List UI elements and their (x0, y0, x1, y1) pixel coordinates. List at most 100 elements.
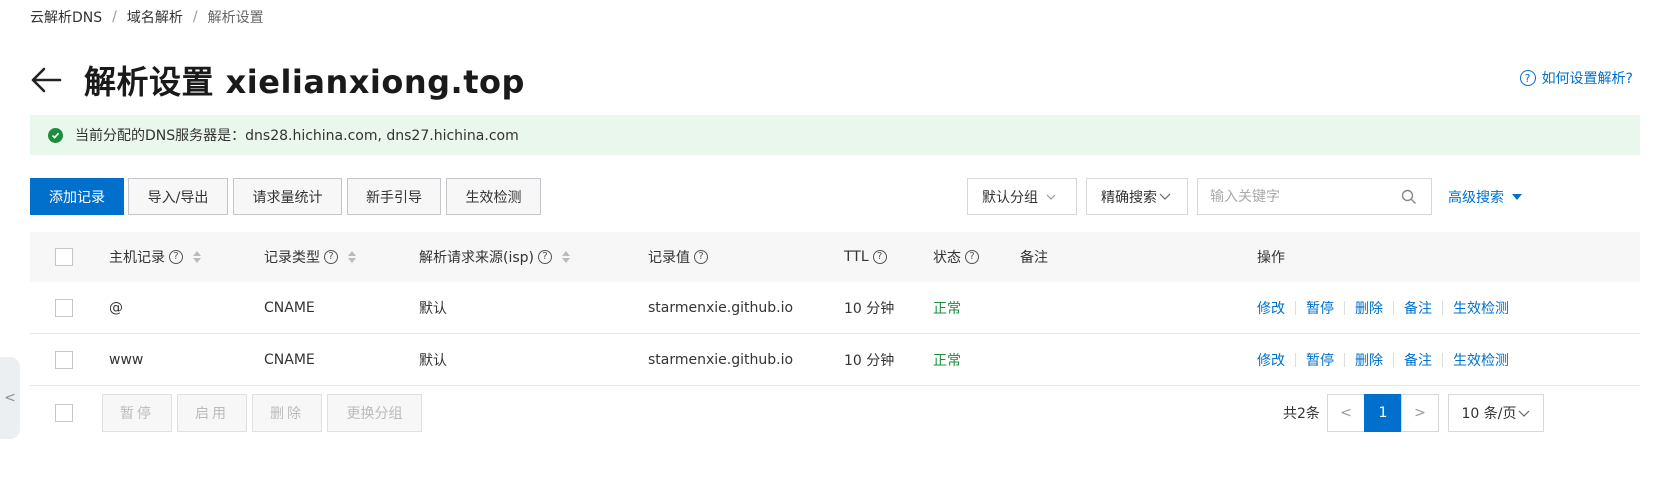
arrow-left-icon[interactable] (30, 60, 70, 100)
request-stats-button[interactable]: 请求量统计 (233, 178, 342, 215)
question-circle-icon[interactable]: ? (872, 250, 887, 264)
edit-link[interactable]: 修改 (1257, 350, 1285, 370)
cell-type: CNAME (264, 351, 315, 368)
select-all-checkbox[interactable] (55, 248, 73, 266)
add-record-button[interactable]: 添加记录 (30, 178, 124, 215)
batch-enable-button[interactable]: 启用 (177, 394, 247, 432)
import-export-button[interactable]: 导入/导出 (128, 178, 228, 215)
check-link[interactable]: 生效检测 (1453, 350, 1509, 370)
batch-pause-button[interactable]: 暂停 (102, 394, 172, 432)
guide-button[interactable]: 新手引导 (347, 178, 441, 215)
advanced-search-label: 高级搜索 (1448, 189, 1504, 206)
search-icon[interactable] (1394, 189, 1424, 205)
check-circle-icon (48, 127, 63, 143)
table-row: www CNAME 默认 starmenxie.github.io 10 分钟 … (30, 334, 1640, 386)
check-link[interactable]: 生效检测 (1453, 298, 1509, 318)
divider (1393, 352, 1394, 367)
row-checkbox[interactable] (55, 350, 73, 369)
batch-delete-button[interactable]: 删除 (252, 394, 322, 432)
group-select-value: 默认分组 (982, 189, 1038, 206)
help-link-label: 如何设置解析? (1541, 71, 1633, 87)
col-actions: 操作 (1257, 232, 1285, 282)
divider (1344, 352, 1345, 367)
page-title: 解析设置 xielianxiong.top (84, 63, 525, 101)
advanced-search-toggle[interactable]: 高级搜索 (1448, 178, 1522, 215)
col-type-label: 记录类型 (264, 250, 320, 266)
col-status-label: 状态 (933, 250, 961, 266)
question-circle-icon[interactable]: ? (694, 250, 708, 264)
sidebar-toggle[interactable]: < (0, 357, 20, 439)
cell-ttl: 10 分钟 (844, 352, 895, 369)
sort-icon[interactable] (562, 251, 570, 263)
col-type: 记录类型 ? (264, 232, 356, 282)
page-header: 解析设置 xielianxiong.top (30, 55, 525, 105)
row-select-cell (55, 334, 73, 385)
col-value: 记录值 ? (648, 232, 708, 282)
divider (1295, 300, 1296, 315)
page-1-button[interactable]: 1 (1364, 394, 1402, 432)
breadcrumb: 云解析DNS / 域名解析 / 解析设置 (30, 6, 264, 28)
cell-host: www (109, 351, 144, 368)
col-actions-label: 操作 (1257, 250, 1285, 266)
cell-status: 正常 (933, 300, 961, 317)
question-circle-icon[interactable]: ? (169, 250, 183, 264)
chevron-left-icon: < (4, 390, 16, 406)
divider (1442, 300, 1443, 315)
breadcrumb-item-current: 解析设置 (207, 10, 264, 26)
cell-value: starmenxie.github.io (648, 299, 794, 316)
footer-select-cell (55, 404, 73, 422)
col-status: 状态 ? (933, 232, 979, 282)
col-ttl: TTL ? (844, 232, 887, 282)
cell-host: @ (109, 299, 123, 316)
delete-link[interactable]: 删除 (1355, 350, 1383, 370)
col-host-label: 主机记录 (109, 250, 165, 266)
cell-isp: 默认 (419, 300, 447, 317)
table-header: 主机记录 ? 记录类型 ? 解析请求来源(isp) ? 记录值 ? TTL ? … (30, 232, 1640, 282)
breadcrumb-separator: / (112, 9, 117, 25)
col-host: 主机记录 ? (109, 232, 201, 282)
group-select[interactable]: 默认分组 (967, 178, 1077, 215)
prev-page-button[interactable]: < (1327, 394, 1365, 432)
question-circle-icon: ? (1519, 70, 1536, 86)
col-ttl-label: TTL (844, 249, 869, 265)
question-circle-icon[interactable]: ? (324, 250, 338, 264)
records-table: 主机记录 ? 记录类型 ? 解析请求来源(isp) ? 记录值 ? TTL ? … (30, 232, 1640, 386)
chevron-down-icon (1046, 190, 1056, 203)
question-circle-icon[interactable]: ? (965, 250, 979, 264)
divider (1295, 352, 1296, 367)
next-page-button[interactable]: > (1401, 394, 1439, 432)
row-actions: 修改 暂停 删除 备注 生效检测 (1257, 282, 1509, 333)
sort-icon[interactable] (348, 251, 356, 263)
change-group-button[interactable]: 更换分组 (327, 394, 422, 432)
alert-text: 当前分配的DNS服务器是：dns28.hichina.com, dns27.hi… (75, 128, 519, 144)
help-link[interactable]: ? 如何设置解析? (1519, 68, 1633, 88)
question-circle-icon[interactable]: ? (538, 250, 552, 264)
pause-link[interactable]: 暂停 (1306, 298, 1334, 318)
delete-link[interactable]: 删除 (1355, 298, 1383, 318)
page-size-select[interactable]: 10 条/页 (1448, 394, 1544, 432)
remark-link[interactable]: 备注 (1404, 350, 1432, 370)
toolbar: 添加记录 导入/导出 请求量统计 新手引导 生效检测 默认分组 精确搜索 高级搜… (30, 178, 1640, 215)
search-input[interactable] (1198, 179, 1394, 214)
cell-isp: 默认 (419, 352, 447, 369)
cell-value: starmenxie.github.io (648, 351, 794, 368)
check-button[interactable]: 生效检测 (446, 178, 541, 215)
select-all-checkbox-footer[interactable] (55, 404, 73, 422)
col-isp-label: 解析请求来源(isp) (419, 250, 534, 266)
breadcrumb-item-domain[interactable]: 域名解析 (127, 7, 183, 27)
table-row: @ CNAME 默认 starmenxie.github.io 10 分钟 正常… (30, 282, 1640, 334)
breadcrumb-item-dns[interactable]: 云解析DNS (30, 7, 102, 27)
col-remark: 备注 (1020, 232, 1048, 282)
pause-link[interactable]: 暂停 (1306, 350, 1334, 370)
select-all-cell (55, 232, 73, 282)
search-mode-value: 精确搜索 (1101, 189, 1157, 206)
edit-link[interactable]: 修改 (1257, 298, 1285, 318)
col-value-label: 记录值 (648, 250, 690, 266)
search-mode-select[interactable]: 精确搜索 (1086, 178, 1188, 215)
search-box (1197, 178, 1432, 215)
page-size-value: 10 条/页 (1461, 406, 1517, 422)
sort-icon[interactable] (193, 251, 201, 263)
row-checkbox[interactable] (55, 298, 73, 317)
remark-link[interactable]: 备注 (1404, 298, 1432, 318)
dns-server-alert: 当前分配的DNS服务器是：dns28.hichina.com, dns27.hi… (30, 115, 1640, 155)
